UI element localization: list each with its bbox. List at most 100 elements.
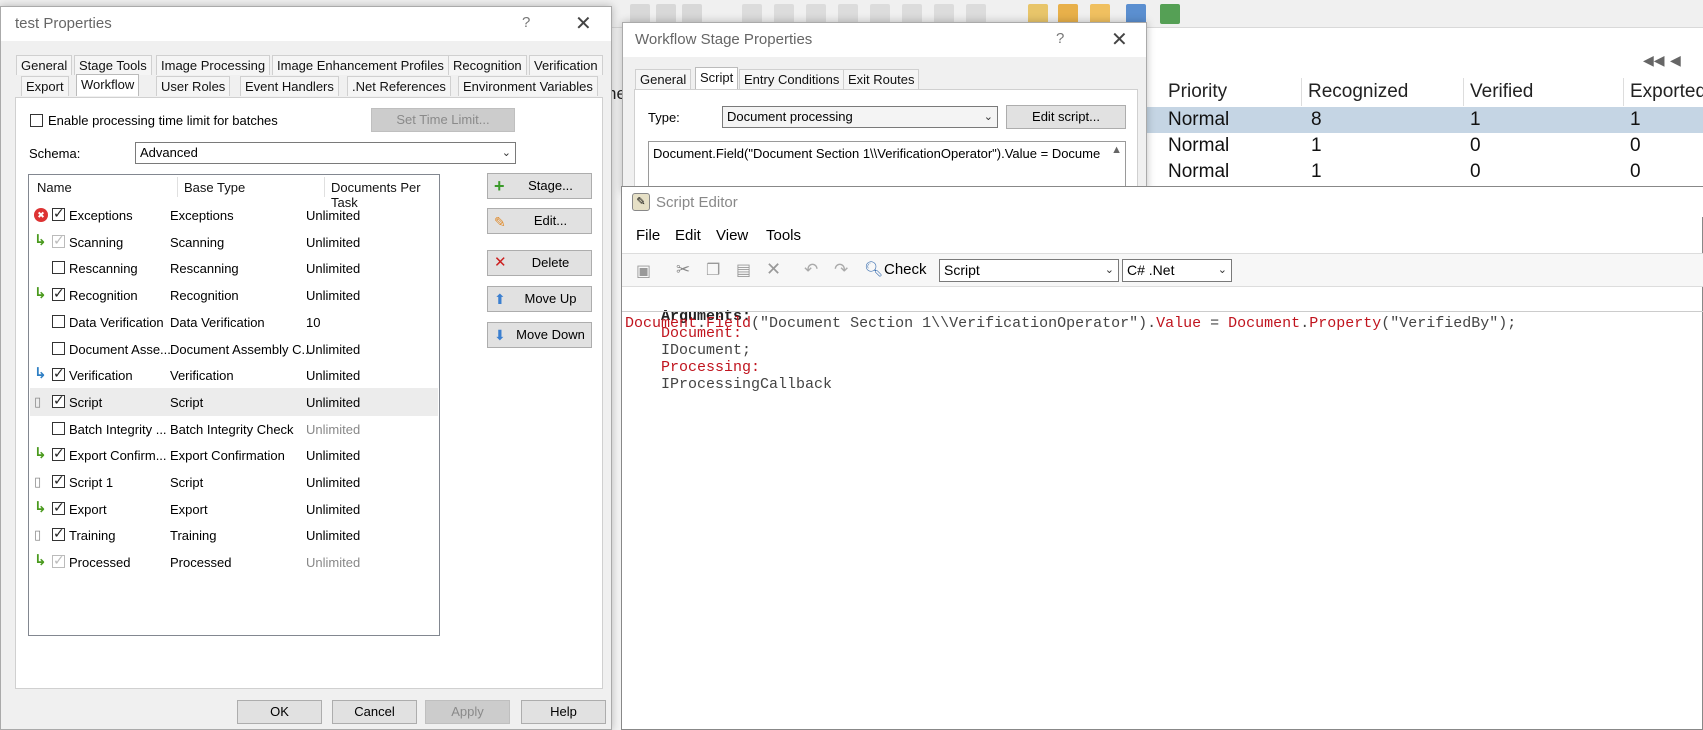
stage-enabled-checkbox[interactable] xyxy=(52,205,65,222)
tab-script[interactable]: Script xyxy=(695,67,739,89)
toolbar-icon[interactable] xyxy=(774,4,794,24)
stage-enabled-checkbox[interactable] xyxy=(52,341,65,355)
stage-row[interactable]: Data Verification Data Verification 10 xyxy=(30,308,438,336)
tab-recognition[interactable]: Recognition xyxy=(448,55,527,75)
move-down-button[interactable]: ⬇ Move Down xyxy=(487,322,592,348)
stage-row[interactable]: ▯ Training Training Unlimited xyxy=(30,521,438,549)
tab-image-processing[interactable]: Image Processing xyxy=(156,55,271,75)
tab-image-enhancement-profiles[interactable]: Image Enhancement Profiles xyxy=(272,55,449,75)
stage-row[interactable]: ↳ Recognition Recognition Unlimited xyxy=(30,281,438,309)
scope-select[interactable]: Script ⌄ xyxy=(939,259,1119,282)
tab-workflow[interactable]: Workflow xyxy=(76,74,140,96)
help-button[interactable]: Help xyxy=(521,700,606,724)
set-time-limit-button[interactable]: Set Time Limit... xyxy=(371,108,515,132)
copy-icon[interactable]: ❐ xyxy=(706,260,720,280)
code-editor[interactable]: Document.Field("Document Section 1\\Veri… xyxy=(625,315,1700,725)
tab-event-handlers[interactable]: Event Handlers xyxy=(240,76,339,96)
stage-row[interactable]: ✖ Exceptions Exceptions Unlimited xyxy=(30,201,438,229)
help-icon[interactable]: ? xyxy=(1056,30,1064,47)
toolbar-icon[interactable] xyxy=(682,4,702,24)
language-select[interactable]: C# .Net ⌄ xyxy=(1122,259,1232,282)
apply-button[interactable]: Apply xyxy=(425,700,510,724)
nav-prev-icon[interactable]: ◀ xyxy=(1670,52,1681,69)
tab-environment-variables[interactable]: Environment Variables xyxy=(458,76,598,96)
redo-icon[interactable]: ↷ xyxy=(834,260,848,280)
stage-enabled-checkbox[interactable] xyxy=(52,285,65,302)
toolbar-icon[interactable] xyxy=(656,4,676,24)
title-bar[interactable]: Workflow Stage Properties ? ✕ xyxy=(623,23,1146,57)
enable-time-limit-checkbox[interactable] xyxy=(30,114,43,127)
tab-general[interactable]: General xyxy=(635,69,692,89)
stage-row[interactable]: Batch Integrity ... Batch Integrity Check… xyxy=(30,415,438,443)
delete-icon[interactable]: ✕ xyxy=(766,259,781,280)
toolbar-icon[interactable] xyxy=(630,4,650,24)
stage-enabled-checkbox[interactable] xyxy=(52,445,65,462)
column-header-base-type[interactable]: Base Type xyxy=(184,180,245,195)
toolbar-icon[interactable] xyxy=(870,4,890,24)
stage-enabled-checkbox[interactable] xyxy=(52,421,65,435)
column-header-recognized[interactable]: Recognized xyxy=(1302,78,1464,106)
menu-tools[interactable]: Tools xyxy=(766,227,801,244)
ok-button[interactable]: OK xyxy=(237,700,322,724)
tab-net-references[interactable]: .Net References xyxy=(347,76,451,96)
edit-script-button[interactable]: Edit script... xyxy=(1006,105,1126,129)
stage-row[interactable]: Rescanning Rescanning Unlimited xyxy=(30,254,438,282)
stage-enabled-checkbox[interactable] xyxy=(52,365,65,382)
stage-row[interactable]: ↳ Processed Processed Unlimited xyxy=(30,548,438,576)
toolbar-icon[interactable] xyxy=(966,4,986,24)
column-header-priority[interactable]: Priority xyxy=(1162,78,1302,106)
stage-row[interactable]: ↳ Scanning Scanning Unlimited xyxy=(30,228,438,256)
stage-enabled-checkbox[interactable] xyxy=(52,499,65,516)
column-header-verified[interactable]: Verified xyxy=(1464,78,1624,106)
toolbar-icon[interactable] xyxy=(934,4,954,24)
script-editor-titlebar[interactable]: ✎ Script Editor xyxy=(622,187,1703,217)
toolbar-icon[interactable] xyxy=(806,4,826,24)
close-icon[interactable]: ✕ xyxy=(1111,27,1128,52)
check-button[interactable]: 🔍︎ Check xyxy=(862,258,932,282)
stage-enabled-checkbox[interactable] xyxy=(52,232,65,249)
tab-export[interactable]: Export xyxy=(21,76,69,96)
stage-row[interactable]: Document Asse... Document Assembly C... Un… xyxy=(30,335,438,363)
stage-button[interactable]: + Stage... xyxy=(487,173,592,199)
move-up-button[interactable]: ⬆ Move Up xyxy=(487,286,592,312)
stage-enabled-checkbox[interactable] xyxy=(52,314,65,328)
close-icon[interactable]: ✕ xyxy=(575,11,592,36)
stage-enabled-checkbox[interactable] xyxy=(52,525,65,542)
tab-entry-conditions[interactable]: Entry Conditions xyxy=(739,69,845,89)
table-row[interactable]: Normal 8 1 1 xyxy=(1145,107,1703,133)
stage-enabled-checkbox[interactable] xyxy=(52,261,65,275)
toolbar-icon[interactable] xyxy=(742,4,762,24)
scroll-up-icon[interactable]: ▲ xyxy=(1111,144,1122,156)
tab-verification[interactable]: Verification xyxy=(529,55,603,75)
stage-row[interactable]: ↳ Export Confirm...Export Confirmation Unl… xyxy=(30,441,438,469)
cancel-button[interactable]: Cancel xyxy=(332,700,417,724)
menu-edit[interactable]: Edit xyxy=(675,227,701,244)
undo-icon[interactable]: ↶ xyxy=(804,260,818,280)
table-row[interactable]: Normal 1 0 0 xyxy=(1145,133,1703,159)
stage-enabled-checkbox[interactable] xyxy=(52,552,65,569)
toolbar-icon[interactable] xyxy=(1126,4,1146,24)
tab-general[interactable]: General xyxy=(16,55,73,75)
title-bar[interactable]: test Properties ? ✕ xyxy=(1,7,611,41)
stage-row[interactable]: ▯ Script Script Unlimited xyxy=(30,387,438,416)
stage-row[interactable]: ▯ Script 1 Script Unlimited xyxy=(30,468,438,496)
stage-row[interactable]: ↳ Export Export Unlimited xyxy=(30,495,438,523)
toolbar-icon[interactable] xyxy=(1028,4,1048,24)
cut-icon[interactable]: ✂ xyxy=(676,260,690,280)
stage-row[interactable]: ↳ Verification Verification Unlimited xyxy=(30,361,438,389)
help-icon[interactable]: ? xyxy=(522,14,530,31)
stage-enabled-checkbox[interactable] xyxy=(52,472,65,489)
column-header-name[interactable]: Name xyxy=(37,180,72,195)
menu-file[interactable]: File xyxy=(636,227,660,244)
toolbar-icon[interactable] xyxy=(1058,4,1078,24)
toolbar-icon[interactable] xyxy=(1160,4,1180,24)
delete-button[interactable]: ✕ Delete xyxy=(487,250,592,276)
tab-stage-tools[interactable]: Stage Tools xyxy=(74,55,152,75)
toolbar-icon[interactable] xyxy=(902,4,922,24)
toolbar-icon[interactable] xyxy=(1090,4,1110,24)
schema-select[interactable]: Advanced ⌄ xyxy=(135,142,516,164)
menu-view[interactable]: View xyxy=(716,227,748,244)
stage-enabled-checkbox[interactable] xyxy=(52,392,65,409)
toolbar-icon[interactable] xyxy=(838,4,858,24)
table-row[interactable]: Normal 1 0 0 xyxy=(1145,159,1703,185)
